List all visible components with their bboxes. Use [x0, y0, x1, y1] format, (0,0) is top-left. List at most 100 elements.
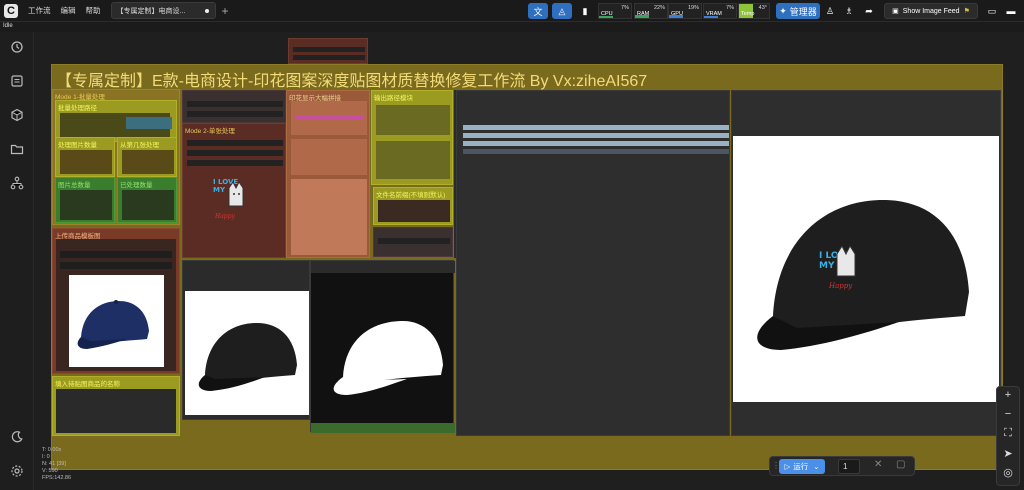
processed-group[interactable]: 已处理数量 — [117, 177, 177, 223]
start-index-title: 从第几张处理 — [120, 142, 159, 149]
menu-workflow[interactable]: 工作流 — [28, 5, 51, 16]
zoom-in-icon[interactable]: + — [997, 389, 1019, 401]
run-bar: ⋮ ▷ 运行 ⌄ 1 ✕ ▢ — [769, 456, 915, 476]
mode2-settings-node[interactable] — [182, 90, 286, 123]
share-icon[interactable]: ➦ — [862, 3, 876, 19]
mask-node[interactable] — [310, 260, 455, 433]
temp-value: 43° — [758, 5, 767, 11]
image-feed-label: Show Image Feed — [902, 7, 960, 15]
texture-group[interactable]: 印花显示大幅拼接 — [286, 90, 370, 258]
node-library-icon[interactable] — [10, 176, 24, 190]
bookmark-icon[interactable]: ▮ — [579, 3, 591, 19]
stat-nodes: N: 41 [39] — [42, 461, 66, 467]
product-name-title: 填入待贴图商品的名称 — [55, 381, 120, 388]
gpu-meter: GPU 19% — [668, 3, 702, 19]
image-count-title: 处理图片数量 — [58, 142, 97, 149]
ram-meter: RAM 22% — [634, 3, 668, 19]
stat-v: V: 590 — [42, 468, 58, 474]
select-mode-icon[interactable]: ➤ — [997, 447, 1019, 460]
start-index-group[interactable]: 从第几张处理 — [117, 137, 177, 177]
new-tab-icon[interactable]: + — [222, 4, 229, 18]
svg-text:MY: MY — [819, 261, 835, 271]
tab-title: 【专属定制】电商设... — [116, 7, 186, 15]
canvas-stats: T: 0.00s I: 0 N: 41 [39] V: 590 FPS:142.… — [42, 447, 71, 482]
manager-label: 管理器 — [789, 6, 817, 17]
focus-mode-icon[interactable]: ▬ — [1004, 3, 1018, 19]
batch-count-input[interactable]: 1 — [838, 459, 860, 474]
unload-models-icon[interactable]: ♙ — [823, 3, 837, 19]
mode2-title: Mode 2-单张处理 — [185, 128, 235, 135]
graph-canvas[interactable]: 【专属定制】E款-电商设计-印花图案深度贴图材质替换修复工作流 By Vx:zi… — [35, 32, 1024, 490]
output-image-node[interactable]: I LOVE MY Happy — [731, 90, 1001, 436]
run-label: 运行 — [793, 462, 809, 471]
workflow-title: 【专属定制】E款-电商设计-印花图案深度贴图材质替换修复工作流 By Vx:zi… — [56, 73, 648, 90]
model-library-icon[interactable] — [10, 108, 24, 122]
gpu-label: GPU — [671, 11, 683, 17]
cap-black-image — [185, 291, 309, 415]
temp-meter: Temp 43° — [738, 3, 770, 19]
stat-i: I: 0 — [42, 454, 50, 460]
tab-workflow[interactable]: 【专属定制】电商设... — [110, 2, 216, 19]
settings-icon[interactable] — [10, 464, 24, 478]
run-button[interactable]: ▷ 运行 ⌄ — [779, 459, 825, 474]
toggle-links-icon[interactable]: ◎ — [997, 466, 1019, 479]
image-total-group[interactable]: 图片总数量 — [55, 177, 115, 223]
workflows-icon[interactable] — [10, 142, 24, 156]
cap-navy-image — [69, 275, 164, 367]
bottom-panel-icon[interactable]: ▭ — [985, 3, 999, 19]
play-icon: ▷ — [784, 462, 791, 471]
cpu-label: CPU — [601, 11, 613, 17]
temp-label: Temp — [741, 11, 755, 17]
chevron-down-icon[interactable]: ⌄ — [813, 462, 819, 471]
zoom-controls: + − ⛶ ➤ ◎ — [996, 386, 1020, 486]
mask-icon[interactable]: ◬ — [552, 3, 572, 19]
output-path-group[interactable]: 输出路径模块 — [371, 90, 453, 185]
queue-status: Idle — [3, 23, 13, 29]
image-count-group[interactable]: 处理图片数量 — [55, 137, 115, 177]
fit-view-icon[interactable]: ⛶ — [997, 427, 1019, 440]
floating-node[interactable] — [288, 38, 368, 64]
free-memory-icon[interactable]: ♗ — [842, 3, 856, 19]
final-cap-image: I LOVE MY Happy — [733, 136, 999, 402]
stop-icon[interactable]: ▢ — [896, 459, 905, 470]
manager-button[interactable]: ✦ 管理器 — [776, 3, 820, 19]
compare-node[interactable] — [456, 90, 730, 436]
cpu-meter: CPU 7% — [598, 3, 632, 19]
app-logo-icon[interactable]: C — [4, 3, 18, 18]
ram-percent: 22% — [653, 5, 665, 11]
mode2-group[interactable]: Mode 2-单张处理 I LOVE MY Happy — [182, 123, 286, 258]
product-name-group[interactable]: 填入待贴图商品的名称 — [52, 376, 180, 436]
output-path-title: 输出路径模块 — [374, 95, 413, 102]
stat-fps: FPS:142.86 — [42, 475, 72, 481]
filename-group[interactable]: 文件名前缀(不填则默认) — [373, 187, 453, 225]
translate-icon[interactable]: 文 — [528, 3, 548, 19]
upload-group[interactable]: 上传商品模板图 — [52, 228, 180, 374]
vram-label: VRAM — [706, 11, 722, 17]
close-icon[interactable]: ✕ — [874, 459, 882, 470]
mask-image — [313, 281, 453, 421]
zoom-out-icon[interactable]: − — [997, 408, 1019, 420]
queue-icon[interactable] — [10, 74, 24, 88]
theme-toggle-icon[interactable] — [10, 430, 24, 444]
filename-title: 文件名前缀(不填则默认) — [376, 192, 446, 199]
puzzle-icon: ✦ — [779, 5, 787, 16]
batch-count-value: 1 — [843, 462, 848, 471]
show-image-feed-button[interactable]: ▣ Show Image Feed ⚑ — [884, 3, 978, 19]
pin-icon: ⚑ — [963, 8, 970, 15]
image-total-title: 图片总数量 — [58, 182, 91, 189]
preview-image-node[interactable] — [182, 260, 310, 420]
save-node[interactable] — [373, 227, 453, 257]
ram-label: RAM — [637, 11, 650, 17]
svg-text:Happy: Happy — [214, 213, 235, 220]
menu-edit[interactable]: 编辑 — [61, 5, 76, 16]
vram-percent: 7% — [726, 5, 734, 11]
batch-path-group[interactable]: 批量处理路径 — [55, 100, 177, 142]
menu-help[interactable]: 帮助 — [86, 5, 101, 16]
stat-time: T: 0.00s — [42, 447, 62, 453]
svg-text:MY: MY — [213, 186, 226, 194]
processed-title: 已处理数量 — [120, 182, 153, 189]
batch-path-title: 批量处理路径 — [58, 105, 97, 112]
unsaved-dot-icon[interactable] — [204, 8, 209, 13]
history-icon[interactable] — [10, 40, 24, 54]
vram-meter: VRAM 7% — [703, 3, 737, 19]
